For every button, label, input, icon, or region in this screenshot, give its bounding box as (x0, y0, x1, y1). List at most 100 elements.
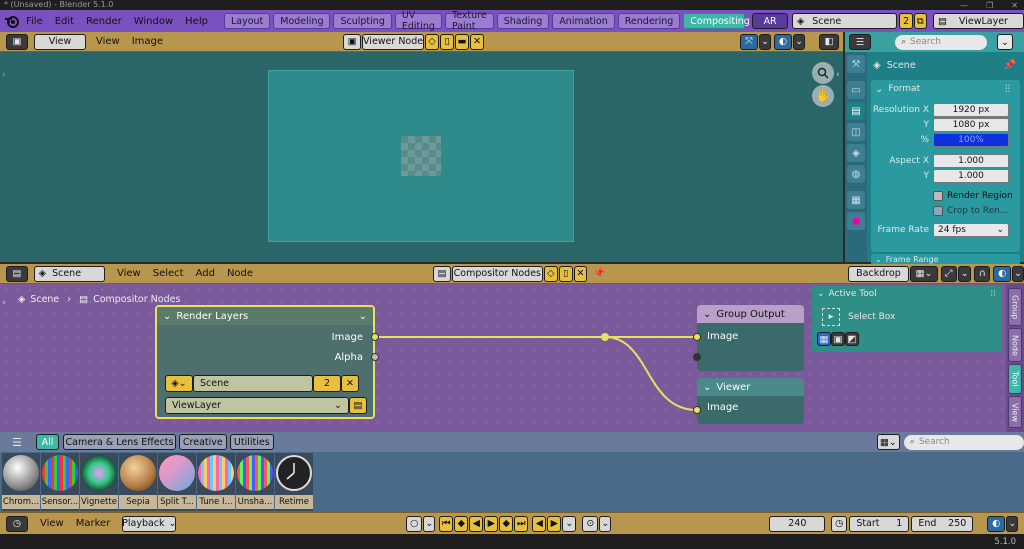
pin-icon[interactable]: 📌 (1004, 60, 1016, 71)
crop-to-render-checkbox[interactable]: Crop to Ren... (871, 203, 1020, 218)
start-frame-field[interactable]: Start 1 (849, 515, 910, 532)
active-tool-header[interactable]: ⌄ Active Tool ⁞⁞ (812, 286, 1002, 302)
current-frame-field[interactable]: 240 (769, 515, 826, 532)
play-button[interactable]: ▶ (484, 515, 499, 532)
image-name-field[interactable]: Viewer Node (362, 33, 425, 50)
end-frame-field[interactable]: End 250 (911, 515, 974, 532)
world-tab-icon[interactable]: ◍ (847, 165, 865, 183)
play-reverse-button[interactable]: ◀ (469, 515, 484, 532)
group-output-node[interactable]: ⌄ Group Output Image (697, 305, 804, 371)
minimize-button[interactable]: — (960, 1, 968, 10)
frame-rate-dropdown[interactable]: 24 fps ⌄ (933, 222, 1009, 237)
node-menu-node[interactable]: Node (227, 268, 253, 279)
gizmo-toggle-button[interactable]: ⤧ (740, 33, 759, 50)
menu-render[interactable]: Render (86, 16, 122, 27)
asset-item[interactable]: Tune I... (197, 453, 235, 511)
hamburger-menu-icon[interactable]: ☰ (12, 436, 22, 449)
viewer-node[interactable]: ⌄ Viewer Image (697, 378, 804, 424)
asset-item[interactable]: Unsha... (236, 453, 274, 511)
backdrop-toggle-button[interactable]: Backdrop (847, 265, 910, 282)
tool-tab-icon[interactable]: ⚒ (847, 55, 865, 73)
menu-help[interactable]: Help (185, 16, 208, 27)
tab-texture-paint[interactable]: Texture Paint (444, 10, 494, 32)
node-fake-user-button[interactable]: ◇ (543, 265, 558, 282)
properties-options-dropdown[interactable]: ⌄ (997, 34, 1013, 50)
collection-tab-icon[interactable]: ▦ (847, 191, 865, 209)
rl-scene-users[interactable]: 2 (313, 375, 341, 392)
jump-end-button[interactable]: ⏭ (514, 515, 529, 532)
record-button[interactable]: ○ (406, 515, 423, 532)
select-box-tool-icon[interactable]: ▸ (822, 308, 840, 326)
new-image-button[interactable]: ▯ (440, 33, 455, 50)
node-collapse-icon[interactable]: ⌄ (359, 311, 367, 322)
menu-view[interactable]: View (96, 36, 120, 47)
mode-extend-icon[interactable]: ▣ (831, 332, 845, 346)
mode-subtract-icon[interactable]: ◩ (845, 332, 859, 346)
tab-animation[interactable]: Animation (552, 13, 615, 29)
blender-logo-icon[interactable] (4, 13, 20, 29)
render-tab-icon[interactable]: ▭ (847, 81, 865, 99)
node-new-button[interactable]: ▯ (558, 265, 573, 282)
render-button[interactable]: ▤ (349, 397, 367, 414)
area-divider-arrow-icon[interactable]: ‹ (836, 70, 840, 80)
menu-window[interactable]: Window (134, 16, 173, 27)
rl-view-layer-dropdown[interactable]: ViewLayer ⌄ (165, 397, 349, 414)
rl-scene-field[interactable]: Scene (193, 375, 313, 392)
node-menu-add[interactable]: Add (196, 268, 215, 279)
overlay-dropdown-icon[interactable]: ⌄ (793, 33, 806, 50)
asset-item[interactable]: Split T... (158, 453, 196, 511)
asset-item[interactable]: Retime (275, 453, 313, 511)
aspect-y-field[interactable]: 1.000 (933, 168, 1009, 183)
asset-item[interactable]: Sensor... (41, 453, 79, 511)
shelf-tab-all[interactable]: All (35, 434, 60, 450)
tab-compositing[interactable]: Compositing (683, 13, 750, 29)
image-browse-button[interactable]: ▣ (343, 33, 362, 50)
rl-scene-icon-button[interactable]: ◈⌄ (165, 375, 193, 392)
snap-toggle-button[interactable]: ⤢ (940, 265, 957, 282)
view-layer-tab-icon[interactable]: ◫ (847, 123, 865, 141)
node-scene-dropdown[interactable]: ◈ Scene (33, 265, 105, 282)
sync-dropdown[interactable]: ⌄ (562, 515, 577, 532)
shelf-tab-creative[interactable]: Creative (178, 434, 227, 450)
playback-dropdown[interactable]: Playback ⌄ (122, 515, 177, 532)
tab-uv-editing[interactable]: UV Editing (394, 10, 442, 32)
timeline-menu-view[interactable]: View (40, 518, 64, 529)
keying-dropdown[interactable]: ⌄ (423, 515, 436, 532)
timeline-menu-marker[interactable]: Marker (76, 518, 111, 529)
shelf-search-input[interactable]: ⌕ Search (903, 434, 1024, 450)
shelf-tab-camera-lens[interactable]: Camera & Lens Effects (63, 434, 176, 450)
toolbar-expand-chevron-icon[interactable]: › (2, 70, 6, 80)
group-output-image-socket[interactable] (693, 333, 701, 341)
auto-keying-dropdown[interactable]: ⌄ (599, 515, 612, 532)
ar-selector[interactable]: AR (752, 13, 788, 29)
new-scene-button[interactable]: ⧉ (913, 13, 927, 29)
tab-modeling[interactable]: Modeling (273, 13, 331, 29)
resolution-y-field[interactable]: 1080 px (933, 117, 1009, 132)
scene-users-count[interactable]: 2 (899, 13, 913, 29)
render-layers-node[interactable]: ⌄ Render Layers ⌄ Image Alpha ◈⌄ Scene 2… (155, 305, 375, 419)
gizmo-dropdown-icon[interactable]: ⌄ (759, 33, 772, 50)
snap-dropdown-icon[interactable]: ⌄ (957, 265, 972, 282)
maximize-button[interactable]: ❐ (986, 1, 993, 10)
node-unlink-button[interactable]: ✕ (573, 265, 588, 282)
magnet-icon[interactable]: ∩ (974, 265, 991, 282)
scene-selector[interactable]: ◈ Scene (791, 13, 898, 29)
group-output-empty-socket[interactable] (693, 353, 701, 361)
properties-search-input[interactable]: ⌕ Search (895, 34, 987, 50)
node-menu-view[interactable]: View (117, 268, 141, 279)
unlink-image-button[interactable]: ✕ (470, 33, 485, 50)
backdrop-channels-dropdown[interactable]: ▦⌄ (910, 265, 938, 282)
view-layer-selector[interactable]: ▤ ViewLayer (932, 13, 1024, 29)
viewer-image-socket[interactable] (693, 406, 701, 414)
prev-marker-button[interactable]: ◀ (532, 515, 547, 532)
image-output-socket[interactable] (371, 333, 379, 341)
mode-set-icon[interactable]: ▦ (817, 332, 831, 346)
aspect-x-field[interactable]: 1.000 (933, 153, 1009, 168)
menu-edit[interactable]: Edit (55, 16, 74, 27)
close-window-button[interactable]: ✕ (1011, 1, 1018, 10)
texture-tab-icon[interactable]: ◼ (847, 212, 865, 230)
node-tree-browse-button[interactable]: ▤ (433, 265, 451, 282)
node-overlay-toggle-button[interactable]: ◐ (993, 265, 1012, 282)
asset-item[interactable]: Sepia (119, 453, 157, 511)
use-preview-range-button[interactable]: ◷ (831, 515, 848, 532)
